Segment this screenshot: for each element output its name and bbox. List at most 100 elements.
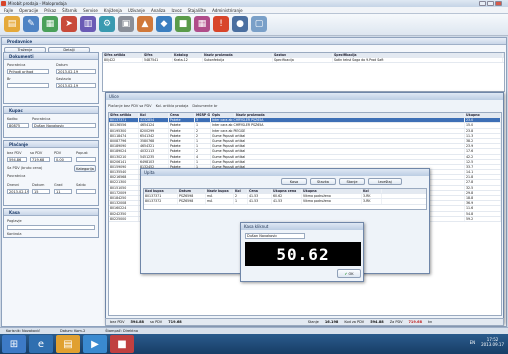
cell: 2 xyxy=(195,133,211,138)
table-icon[interactable]: ▥ xyxy=(80,16,96,32)
folder-icon[interactable]: ▤ xyxy=(4,16,20,32)
amount-display: 50.62 xyxy=(245,242,361,266)
customer-dropdown[interactable]: Dušan Novakovic xyxy=(245,233,305,239)
warning-icon[interactable]: ! xyxy=(213,16,229,32)
menu-item[interactable]: Fajle xyxy=(4,8,13,13)
kupac-name-label: Povratnica xyxy=(32,117,51,121)
sifra-field[interactable] xyxy=(7,83,49,88)
cell: 80137371 xyxy=(109,118,139,123)
top-grid[interactable]: Šifra artikla Šifra Katalog Naziv proizv… xyxy=(102,52,505,92)
col-header[interactable]: Cena xyxy=(169,113,195,118)
kasa-grid[interactable]: Kod kupca Datum Naziv kupca Kol Cena Uku… xyxy=(143,188,427,210)
dropdown-value: Dušan Novakovic xyxy=(247,234,278,238)
truck-icon[interactable]: ■ xyxy=(175,16,191,32)
col-header[interactable]: Kod kupca xyxy=(144,189,178,194)
col-header[interactable]: Naziv proizvoda xyxy=(235,113,465,118)
menu-item[interactable]: Izvoz xyxy=(171,8,181,13)
datum-field[interactable]: 2013.02.19 xyxy=(56,69,96,74)
maximize-button[interactable] xyxy=(487,1,494,6)
col-header[interactable]: MSRP Gl. xyxy=(195,113,211,118)
gear-icon[interactable]: ⚙ xyxy=(99,16,115,32)
pdv-field[interactable]: 0.00 xyxy=(54,157,72,162)
menu-item[interactable]: Servise xyxy=(83,8,98,13)
col-header[interactable]: Kol xyxy=(139,113,169,118)
close-button[interactable] xyxy=(495,1,502,6)
menu-item[interactable]: Uživanje xyxy=(128,8,145,13)
grad-label: Grad xyxy=(54,183,63,187)
dokum-label: Dokum xyxy=(32,183,45,187)
cell: 23.8 xyxy=(465,128,501,133)
col-header[interactable]: Kol xyxy=(362,189,382,194)
bez-pdv-field[interactable]: 594.86 xyxy=(7,157,27,162)
poglavje-field[interactable] xyxy=(7,225,95,230)
col-header[interactable]: Datum xyxy=(178,189,206,194)
amount-dialog-title-text: Kasa kliknut xyxy=(244,224,269,229)
col-header[interactable]: Ukupno xyxy=(465,113,501,118)
arrow-icon[interactable]: ➤ xyxy=(61,16,77,32)
tab-kasa[interactable]: Kasa xyxy=(281,178,307,185)
calc-icon[interactable]: ▦ xyxy=(194,16,210,32)
col-header[interactable]: Kol xyxy=(234,189,248,194)
printer-icon[interactable]: ▣ xyxy=(118,16,134,32)
kod-field[interactable]: 80875 xyxy=(7,123,29,128)
tab-stavka[interactable]: Stavka xyxy=(310,178,336,185)
pencil-icon[interactable]: ✎ xyxy=(23,16,39,32)
dokum-field[interactable]: 15 xyxy=(32,189,50,194)
tab-izvestaj[interactable]: Izveštaj xyxy=(368,178,402,185)
menu-item[interactable]: Operacije xyxy=(19,8,38,13)
cell: 80135540 xyxy=(109,170,139,175)
start-icon[interactable]: ⊞ xyxy=(2,335,26,353)
table-row[interactable]: 80/422 5487541 Krata-12 Sukonfekcija Spe… xyxy=(103,58,504,64)
minimize-button[interactable] xyxy=(479,1,486,6)
col-header[interactable]: Šifra xyxy=(143,53,173,58)
totals-value: 594.88 xyxy=(130,320,144,324)
dnevni-field[interactable]: 2013.02.19 xyxy=(7,189,29,194)
popust-field[interactable] xyxy=(76,157,96,162)
app-icon[interactable]: ■ xyxy=(110,335,134,353)
tab-stanje[interactable]: Stanje xyxy=(339,178,365,185)
col-header[interactable]: Naziv proizvoda xyxy=(203,53,273,58)
saldo-field[interactable] xyxy=(76,189,96,194)
cell: 59.2 xyxy=(465,216,501,221)
col-header[interactable]: Opis xyxy=(211,113,235,118)
menu-item[interactable]: Knjiženja xyxy=(104,8,122,13)
document-icon[interactable]: ▢ xyxy=(251,16,267,32)
racun-button[interactable]: Kategorija xyxy=(74,165,96,172)
stamp-icon[interactable]: ● xyxy=(232,16,248,32)
document-icon[interactable]: ▦ xyxy=(42,16,58,32)
menu-item[interactable]: Analiza xyxy=(151,8,166,13)
povratnica-field[interactable]: Prihodi prihod xyxy=(7,69,49,74)
sa-pdv-radio[interactable]: Sa PDV (bruto cena) xyxy=(7,166,42,170)
kupac-panel: Kupac Kodko Povratnica 80875 Dušan Novak… xyxy=(3,106,99,138)
folder-icon[interactable]: ▤ xyxy=(56,335,80,353)
col-header[interactable]: Ukupna xyxy=(302,189,362,194)
menu-item[interactable]: Stajalište xyxy=(188,8,206,13)
menu-item[interactable]: Prikaz xyxy=(44,8,56,13)
ok-button[interactable]: ✔ OK xyxy=(337,269,361,278)
col-header[interactable]: Cena xyxy=(248,189,272,194)
cell: 5487541 xyxy=(143,58,173,63)
status-bar: Korisnik: Novaković Datum: Kom-2 Štampač… xyxy=(0,327,508,334)
col-header[interactable]: Naziv kupca xyxy=(206,189,234,194)
browser-icon[interactable]: e xyxy=(29,335,53,353)
col-header[interactable]: Šifra artikla xyxy=(109,113,139,118)
povratnica-radio[interactable]: Povratnica xyxy=(7,174,25,178)
sa-pdv-field[interactable]: 719.68 xyxy=(30,157,50,162)
col-header[interactable]: Katalog xyxy=(173,53,203,58)
media-icon[interactable]: ▶ xyxy=(83,335,107,353)
chart-icon[interactable]: ▲ xyxy=(137,16,153,32)
col-header[interactable]: Šifra artikla xyxy=(103,53,143,58)
col-header[interactable]: Specifikacija xyxy=(333,53,503,58)
col-header[interactable]: Sastav xyxy=(273,53,333,58)
grad-field[interactable]: 11 xyxy=(54,189,72,194)
col-header[interactable]: Ukupna cena xyxy=(272,189,302,194)
sastavio-field[interactable]: 2013.02.19 xyxy=(56,83,96,88)
cell: 32.5 xyxy=(465,185,501,190)
kupac-field[interactable]: Dušan Novakovic xyxy=(32,123,96,128)
language-indicator[interactable]: EN xyxy=(470,340,476,345)
cart-icon[interactable]: ◆ xyxy=(156,16,172,32)
menu-item[interactable]: Šifarnik xyxy=(62,8,77,13)
table-row[interactable]: 80137372 PSZ6598 mA 1 41.53 41.53 Vikma … xyxy=(144,199,426,205)
cell: mA xyxy=(206,194,234,199)
menu-item[interactable]: Administriranje xyxy=(212,8,242,13)
